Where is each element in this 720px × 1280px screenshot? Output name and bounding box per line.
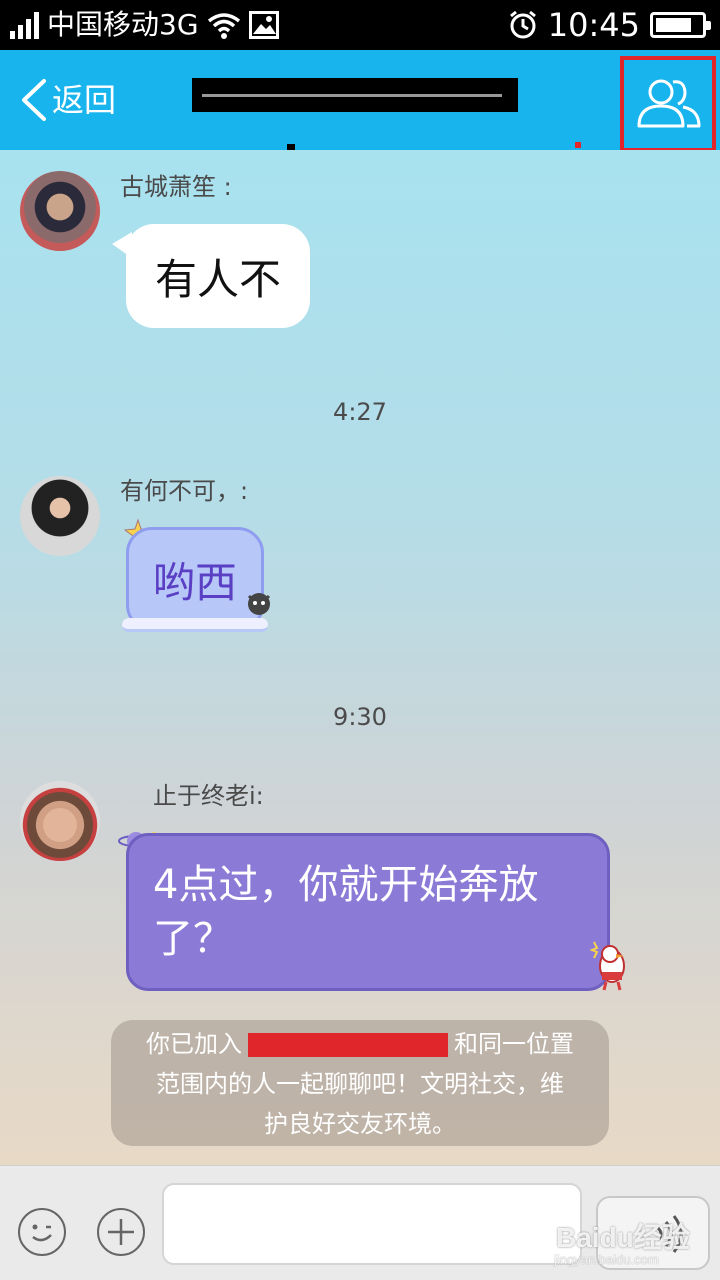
timestamp: 4:27 (333, 398, 387, 426)
input-bar: Baidu经验 jingyan.baidu.com (0, 1165, 720, 1280)
sender-name: 古城萧笙 : (120, 173, 232, 201)
avatar[interactable] (20, 476, 100, 556)
chat-area[interactable]: 古城萧笙 : 有人不 4:27 有何不可，: 哟西 9:30 止于终老i: 4点… (0, 150, 720, 1165)
back-label: 返回 (52, 81, 117, 119)
notice-text-after: 和同一位置 (454, 1030, 574, 1058)
notice-line: 范围内的人一起聊聊吧！文明社交，维 (156, 1070, 564, 1098)
avatar[interactable] (20, 171, 100, 251)
notice-line: 你已加入 和同一位置 (111, 1024, 609, 1064)
plus-icon (108, 1219, 134, 1245)
wifi-icon (207, 13, 240, 39)
emoji-icon (32, 1224, 52, 1242)
chevron-left-icon (22, 79, 46, 121)
group-members-button[interactable] (620, 56, 716, 152)
system-notice: 你已加入 和同一位置 范围内的人一起聊聊吧！文明社交，维 护良好交友环境。 (111, 1020, 609, 1146)
group-name-redacted (248, 1033, 448, 1057)
message-bubble[interactable]: 有人不 (126, 224, 310, 328)
plus-button[interactable] (97, 1208, 145, 1256)
timestamp: 9:30 (333, 703, 387, 731)
clock: 10:45 (547, 6, 640, 44)
message-line: 了？ (153, 916, 233, 962)
chat-title-redacted (192, 78, 518, 112)
battery-icon (650, 12, 711, 38)
message-bubble[interactable]: 4点过，你就开始奔放 了？ (126, 833, 610, 991)
emoji-button[interactable] (18, 1208, 66, 1256)
back-button[interactable]: 返回 (18, 76, 116, 124)
sender-name: 有何不可，: (120, 477, 249, 505)
alarm-icon (509, 10, 536, 39)
carrier-label: 中国移动3G (47, 8, 199, 41)
status-right: 10:45 (508, 6, 711, 44)
status-bar: 中国移动3G 10:45 (0, 0, 720, 50)
status-left: 中国移动3G (10, 8, 279, 42)
bubble-base (122, 618, 268, 632)
title-marker-red (575, 142, 581, 148)
avatar[interactable] (20, 781, 100, 861)
group-members-icon (637, 79, 701, 128)
signal-icon (10, 11, 39, 39)
bird-sticker-icon (589, 941, 625, 991)
notice-text-before: 你已加入 (146, 1030, 242, 1058)
message-input[interactable] (162, 1183, 582, 1265)
battery-level (656, 18, 692, 32)
image-icon (248, 11, 279, 39)
watermark-logo: Baidu经验 (556, 1222, 690, 1253)
message-line: 4点过，你就开始奔放 (153, 862, 539, 908)
sender-name: 止于终老i: (153, 782, 264, 810)
chat-header: 返回 (0, 50, 720, 152)
creature-sticker-icon (247, 593, 271, 615)
watermark-url: jingyan.baidu.com (554, 1252, 659, 1267)
notice-line: 护良好交友环境。 (264, 1110, 456, 1138)
